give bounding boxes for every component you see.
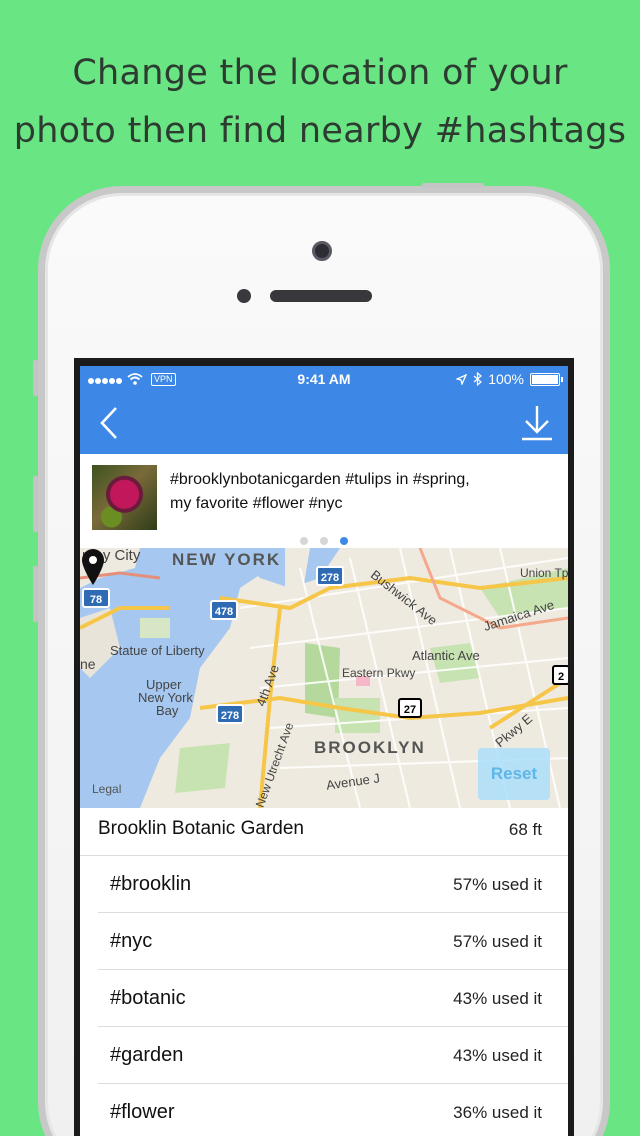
phone-volume-up [33,476,38,532]
location-pin-icon[interactable] [80,548,106,586]
map-label-new-york: NEW YORK [172,550,282,569]
location-arrow-icon [456,373,468,385]
hashtag-name: #garden [110,1044,184,1066]
map-label-statue: Statue of Liberty [110,643,205,658]
battery-percent: 100% [488,371,524,387]
highway-shield-27: 27 [398,698,422,718]
map-label-eastern: Eastern Pkwy [342,666,416,680]
battery-icon [530,372,563,386]
place-distance: 68 ft [508,820,542,839]
hashtag-row[interactable]: #brooklin 57% used it [98,856,568,913]
page-dot-active[interactable] [340,537,348,545]
promo-headline: Change the location of your photo then f… [0,44,640,160]
hashtag-usage: 57% used it [453,932,542,951]
location-map[interactable]: rsey City NEW YORK Statue of Liberty Upp… [80,548,568,808]
status-right: 100% [456,371,563,387]
hashtag-usage: 36% used it [453,1103,542,1122]
hashtag-row[interactable]: #nyc 57% used it [98,913,568,970]
map-label-atlantic: Atlantic Ave [412,648,480,663]
map-label-ne: ne [80,656,96,672]
map-legal-link[interactable]: Legal [92,782,121,796]
nav-bar [80,392,568,454]
photo-thumbnail[interactable] [92,465,157,530]
highway-shield-278-south: 278 [216,704,244,724]
hashtag-usage: 43% used it [453,989,542,1008]
hashtag-usage: 43% used it [453,1046,542,1065]
status-bar: VPN 9:41 AM 100% [80,366,568,392]
hashtag-row[interactable]: #flower 36% used it [98,1084,568,1136]
phone-side-button [33,360,38,396]
back-button[interactable] [94,404,124,442]
phone-power-button [422,183,484,188]
caption-line-1: #brooklynbotanicgarden #tulips in #sprin… [170,471,470,488]
headline-line-1: Change the location of your [72,53,568,93]
post-preview: #brooklynbotanicgarden #tulips in #sprin… [80,454,568,548]
earpiece-speaker [270,290,372,302]
phone-volume-down [33,566,38,622]
hashtag-name: #nyc [110,930,153,952]
bluetooth-icon [473,372,483,386]
map-label-brooklyn: BROOKLYN [314,738,426,757]
map-label-union: Union Tp [520,566,568,580]
highway-shield-2: 2 [552,665,568,685]
map-reset-button[interactable]: Reset [478,748,550,800]
hashtag-row[interactable]: #botanic 43% used it [98,970,568,1027]
page-dot[interactable] [300,537,308,545]
post-caption: #brooklynbotanicgarden #tulips in #sprin… [170,468,558,516]
highway-shield-478: 478 [210,600,238,620]
hashtag-usage: 57% used it [453,875,542,894]
map-label-bay: Bay [156,703,179,718]
app-view: VPN 9:41 AM 100% #brooklynbotanicgarden … [80,366,568,1136]
hashtag-list: #brooklin 57% used it #nyc 57% used it #… [80,856,568,1136]
hashtag-name: #botanic [110,987,186,1009]
hashtag-name: #flower [110,1101,175,1123]
place-name: Brooklin Botanic Garden [98,818,304,839]
front-camera [312,241,332,261]
highway-shield-78: 78 [82,588,110,608]
hashtag-name: #brooklin [110,873,192,895]
caption-line-2: my favorite #flower #nyc [170,495,343,512]
download-button[interactable] [520,404,554,442]
headline-line-2: photo then find nearby #hashtags [13,111,627,151]
phone-screen: VPN 9:41 AM 100% #brooklynbotanicgarden … [74,358,574,1136]
proximity-sensor [237,289,251,303]
nearby-place-row[interactable]: Brooklin Botanic Garden 68 ft [80,808,568,856]
hashtag-row[interactable]: #garden 43% used it [98,1027,568,1084]
highway-shield-278-north: 278 [316,566,344,586]
page-dot[interactable] [320,537,328,545]
